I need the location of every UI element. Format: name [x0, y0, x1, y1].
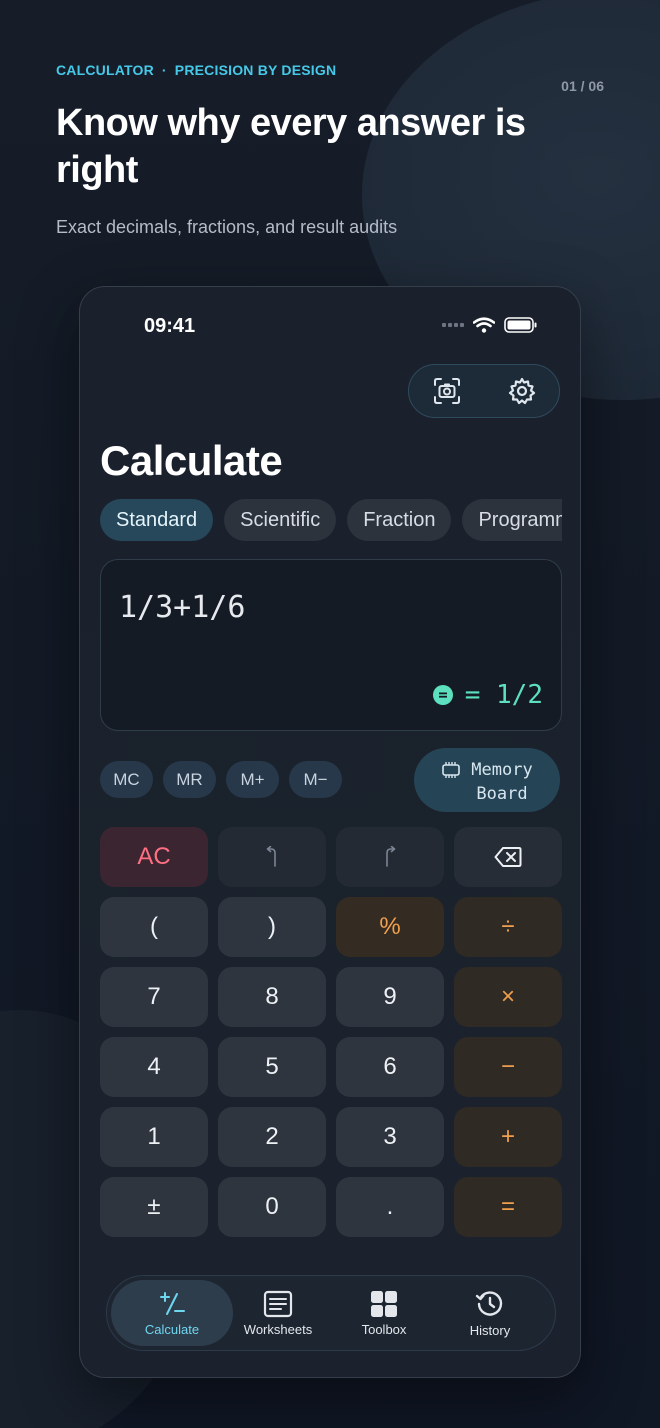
phone-frame: 09:41 Calculate Standard Scientific Frac…	[79, 286, 581, 1378]
multiply-button[interactable]: ×	[454, 967, 562, 1027]
top-actions	[408, 364, 560, 418]
digit-7-button[interactable]: 7	[100, 967, 208, 1027]
mode-tabs: Standard Scientific Fraction Programmer	[100, 499, 562, 541]
equals-badge-icon	[432, 685, 453, 705]
percent-button[interactable]: %	[336, 897, 444, 957]
memory-board-label: Board	[476, 784, 528, 804]
tab-history-label: History	[469, 1322, 511, 1338]
worksheet-icon	[263, 1290, 293, 1317]
kicker-app: CALCULATOR	[56, 62, 154, 78]
close-paren-button[interactable]: )	[218, 897, 326, 957]
status-time: 09:41	[144, 315, 196, 337]
redo-icon	[386, 846, 396, 867]
digit-9-button[interactable]: 9	[336, 967, 444, 1027]
keypad: AC ( ) % ÷ 7 8 9 × 4 5 6 − 1 2 3 + ± 0 .…	[100, 827, 562, 1237]
kicker-separator: ·	[161, 62, 167, 78]
all-clear-button[interactable]: AC	[100, 827, 208, 887]
tab-worksheets-label: Worksheets	[243, 1321, 313, 1337]
tab-history[interactable]: History	[429, 1280, 551, 1346]
memory-board-button[interactable]: Memory Board	[414, 748, 560, 812]
kicker: CALCULATOR · PRECISION BY DESIGN	[56, 62, 336, 78]
page-indicator: 01 / 06	[561, 78, 604, 94]
memory-board-label: Memory	[471, 760, 533, 780]
calculator-display: 1/3+1/6 = 1/2	[100, 559, 562, 731]
digit-4-button[interactable]: 4	[100, 1037, 208, 1097]
redo-button[interactable]	[336, 827, 444, 887]
wifi-icon	[473, 317, 495, 333]
backspace-icon	[494, 847, 522, 867]
decimal-button[interactable]: .	[336, 1177, 444, 1237]
backspace-button[interactable]	[454, 827, 562, 887]
memory-subtract-button[interactable]: M−	[289, 761, 342, 798]
digit-6-button[interactable]: 6	[336, 1037, 444, 1097]
digit-1-button[interactable]: 1	[100, 1107, 208, 1167]
signal-icon	[442, 323, 464, 327]
digit-5-button[interactable]: 5	[218, 1037, 326, 1097]
memory-add-button[interactable]: M+	[226, 761, 279, 798]
memory-clear-button[interactable]: MC	[100, 761, 153, 798]
battery-icon	[504, 317, 537, 333]
memory-buttons: MC MR M+ M−	[100, 761, 342, 798]
history-icon	[475, 1290, 503, 1316]
camera-scan-button[interactable]	[427, 371, 467, 411]
tab-programmer[interactable]: Programmer	[462, 499, 562, 541]
headline: Know why every answer is right	[56, 102, 526, 191]
bottom-tab-bar: Calculate Worksheets Toolbox History	[106, 1275, 556, 1351]
digit-8-button[interactable]: 8	[218, 967, 326, 1027]
result-text: = 1/2	[464, 680, 543, 710]
screen-title: Calculate	[100, 437, 283, 484]
undo-button[interactable]	[218, 827, 326, 887]
plus-minus-button[interactable]: ±	[100, 1177, 208, 1237]
subheadline: Exact decimals, fractions, and result au…	[56, 217, 398, 237]
undo-icon	[266, 846, 276, 867]
tab-toolbox-label: Toolbox	[361, 1321, 407, 1337]
tab-calculate-label: Calculate	[144, 1321, 200, 1337]
tab-standard[interactable]: Standard	[100, 499, 214, 541]
tab-fraction[interactable]: Fraction	[347, 499, 452, 541]
divide-button[interactable]: ÷	[454, 897, 562, 957]
minus-button[interactable]: −	[454, 1037, 562, 1097]
digit-2-button[interactable]: 2	[218, 1107, 326, 1167]
open-paren-button[interactable]: (	[100, 897, 208, 957]
digit-3-button[interactable]: 3	[336, 1107, 444, 1167]
plus-minus-icon	[160, 1291, 185, 1315]
grid-icon	[371, 1290, 397, 1317]
plus-button[interactable]: +	[454, 1107, 562, 1167]
kicker-tagline: PRECISION BY DESIGN	[174, 62, 337, 78]
tab-toolbox[interactable]: Toolbox	[323, 1280, 445, 1346]
camera-scan-icon	[433, 378, 460, 404]
memory-chip-icon	[442, 762, 461, 778]
result-row: = 1/2	[432, 680, 543, 710]
gear-icon	[508, 377, 535, 405]
expression-text: 1/3+1/6	[119, 590, 246, 625]
status-icons	[442, 317, 538, 333]
equals-button[interactable]: =	[454, 1177, 562, 1237]
digit-0-button[interactable]: 0	[218, 1177, 326, 1237]
memory-recall-button[interactable]: MR	[163, 761, 216, 798]
tab-worksheets[interactable]: Worksheets	[217, 1280, 339, 1346]
settings-button[interactable]	[502, 371, 542, 411]
tab-calculate[interactable]: Calculate	[111, 1280, 233, 1346]
tab-scientific[interactable]: Scientific	[224, 499, 337, 541]
